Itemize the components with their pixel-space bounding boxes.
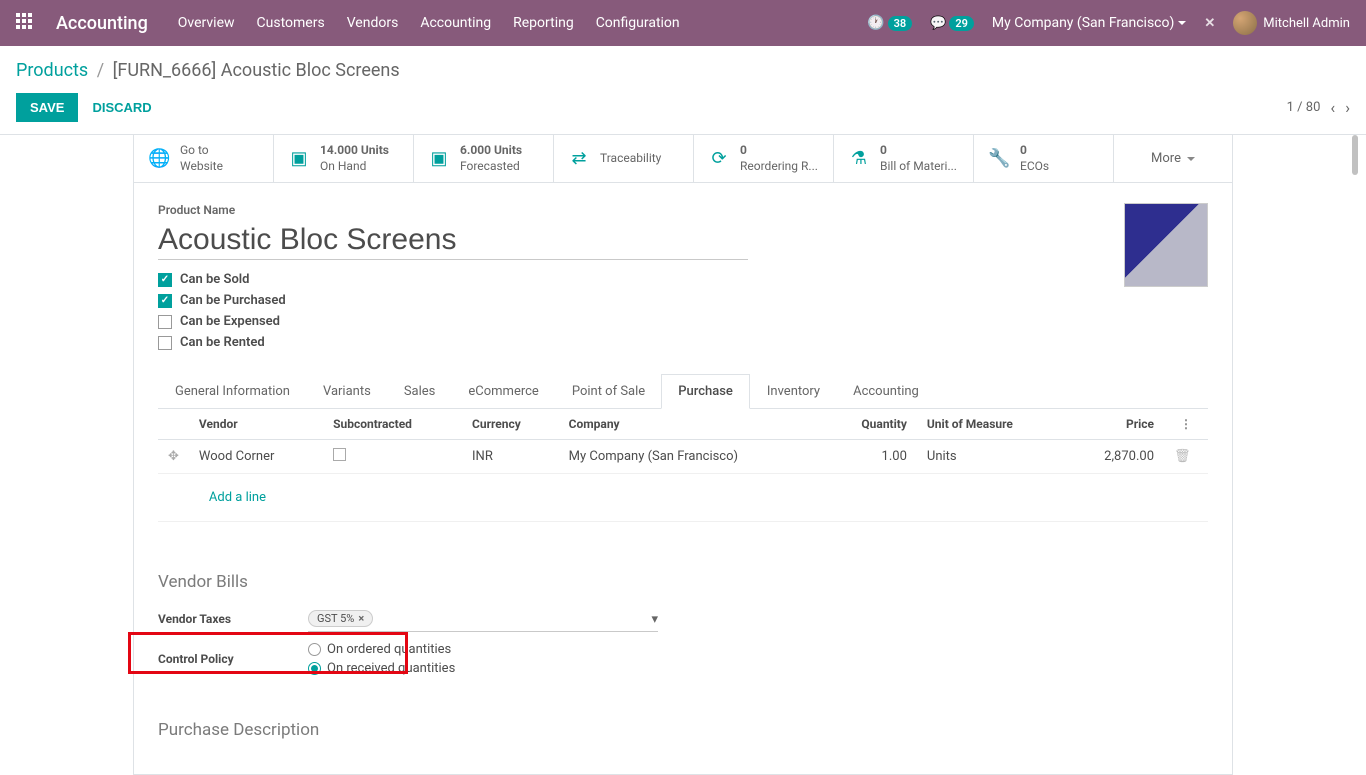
- tab-sales[interactable]: Sales: [387, 374, 452, 408]
- table-row[interactable]: ✥ Wood Corner INR My Company (San Franci…: [158, 440, 1208, 474]
- cb-can-be-purchased[interactable]: [158, 294, 172, 308]
- app-brand[interactable]: Accounting: [56, 13, 148, 34]
- caret-down-icon: [1178, 21, 1186, 25]
- tax-tag: GST 5% ×: [308, 610, 373, 627]
- tab-pos[interactable]: Point of Sale: [555, 374, 661, 408]
- section-purchase-desc: Purchase Description: [158, 720, 1208, 740]
- nav-configuration[interactable]: Configuration: [596, 15, 680, 31]
- pager-prev[interactable]: ‹: [1330, 98, 1335, 117]
- stat-traceability[interactable]: ⇄ Traceability: [554, 135, 694, 182]
- breadcrumb: Products / [FURN_6666] Acoustic Bloc Scr…: [16, 60, 400, 81]
- section-vendor-bills: Vendor Bills: [158, 572, 1208, 592]
- stat-bom[interactable]: ⚗ 0Bill of Materi...: [834, 135, 974, 182]
- nav-customers[interactable]: Customers: [257, 15, 325, 31]
- nav-menu: Overview Customers Vendors Accounting Re…: [178, 15, 680, 31]
- scrollbar[interactable]: [1348, 135, 1362, 775]
- nav-reporting[interactable]: Reporting: [513, 15, 574, 31]
- add-line-button[interactable]: Add a line: [199, 482, 276, 513]
- avatar: [1233, 11, 1257, 35]
- activity-indicator[interactable]: 38: [867, 15, 912, 31]
- caret-down-icon: [1187, 157, 1195, 161]
- breadcrumb-root[interactable]: Products: [16, 60, 88, 81]
- column-menu-icon[interactable]: ⋮: [1174, 417, 1198, 431]
- pager-next[interactable]: ›: [1345, 98, 1350, 117]
- discard-button[interactable]: DISCARD: [92, 100, 151, 115]
- debug-tool-icon[interactable]: [1204, 16, 1215, 31]
- delete-row-icon[interactable]: 🗑: [1174, 449, 1191, 464]
- wrench-icon: 🔧: [988, 148, 1010, 169]
- stat-more[interactable]: More: [1114, 135, 1232, 182]
- pager: 1 / 80 ‹ ›: [1287, 98, 1350, 117]
- top-nav: Accounting Overview Customers Vendors Ac…: [0, 0, 1366, 46]
- product-name-label: Product Name: [158, 203, 1124, 217]
- stat-buttons: 🌐 Go toWebsite ▣ 14.000 UnitsOn Hand ▣ 6…: [134, 135, 1232, 183]
- nav-vendors[interactable]: Vendors: [347, 15, 399, 31]
- radio-ordered[interactable]: [308, 643, 321, 656]
- tab-ecommerce[interactable]: eCommerce: [451, 374, 554, 408]
- radio-received[interactable]: [308, 662, 321, 675]
- breadcrumb-current: [FURN_6666] Acoustic Bloc Screens: [113, 60, 400, 81]
- nav-overview[interactable]: Overview: [178, 15, 235, 31]
- clock-icon: [867, 15, 884, 31]
- stat-forecasted[interactable]: ▣ 6.000 UnitsForecasted: [414, 135, 554, 182]
- cb-can-be-rented[interactable]: [158, 336, 172, 350]
- actions-row: SAVE DISCARD 1 / 80 ‹ ›: [0, 89, 1366, 134]
- chat-icon: [930, 16, 946, 31]
- exchange-icon: ⇄: [568, 148, 590, 169]
- stat-goto-website[interactable]: 🌐 Go toWebsite: [134, 135, 274, 182]
- cubes-icon: ▣: [428, 148, 450, 169]
- company-switcher[interactable]: My Company (San Francisco): [992, 15, 1186, 31]
- control-policy-label: Control Policy: [158, 652, 308, 666]
- refresh-icon: ⟳: [708, 148, 730, 169]
- tab-accounting[interactable]: Accounting: [836, 374, 935, 408]
- tab-general[interactable]: General Information: [158, 374, 306, 408]
- stat-reordering[interactable]: ⟳ 0Reordering R...: [694, 135, 834, 182]
- stat-ecos[interactable]: 🔧 0ECOs: [974, 135, 1114, 182]
- flask-icon: ⚗: [848, 148, 870, 169]
- product-image[interactable]: [1124, 203, 1208, 287]
- save-button[interactable]: SAVE: [16, 93, 78, 122]
- tab-purchase[interactable]: Purchase: [661, 374, 750, 409]
- tabs: General Information Variants Sales eComm…: [158, 374, 1208, 409]
- apps-icon[interactable]: [16, 13, 36, 33]
- vendor-table: Vendor Subcontracted Currency Company Qu…: [158, 409, 1208, 522]
- dropdown-caret-icon[interactable]: ▾: [651, 612, 658, 627]
- drag-handle-icon[interactable]: ✥: [168, 449, 179, 464]
- nav-accounting[interactable]: Accounting: [420, 15, 491, 31]
- remove-tag-icon[interactable]: ×: [358, 612, 364, 625]
- stat-on-hand[interactable]: ▣ 14.000 UnitsOn Hand: [274, 135, 414, 182]
- content: 🌐 Go toWebsite ▣ 14.000 UnitsOn Hand ▣ 6…: [0, 135, 1366, 775]
- vendor-taxes-label: Vendor Taxes: [158, 612, 308, 626]
- product-name-input[interactable]: [158, 221, 748, 260]
- cubes-icon: ▣: [288, 148, 310, 169]
- user-menu[interactable]: Mitchell Admin: [1233, 11, 1350, 35]
- vendor-taxes-input[interactable]: GST 5% ×: [308, 606, 658, 632]
- tab-variants[interactable]: Variants: [306, 374, 387, 408]
- cb-can-be-sold[interactable]: [158, 273, 172, 287]
- pager-count: 1 / 80: [1287, 100, 1321, 115]
- messages-indicator[interactable]: 29: [930, 16, 974, 31]
- globe-icon: 🌐: [148, 148, 170, 169]
- tab-inventory[interactable]: Inventory: [750, 374, 836, 408]
- cb-can-be-expensed[interactable]: [158, 315, 172, 329]
- breadcrumb-row: Products / [FURN_6666] Acoustic Bloc Scr…: [0, 46, 1366, 89]
- cb-subcontracted[interactable]: [333, 448, 346, 461]
